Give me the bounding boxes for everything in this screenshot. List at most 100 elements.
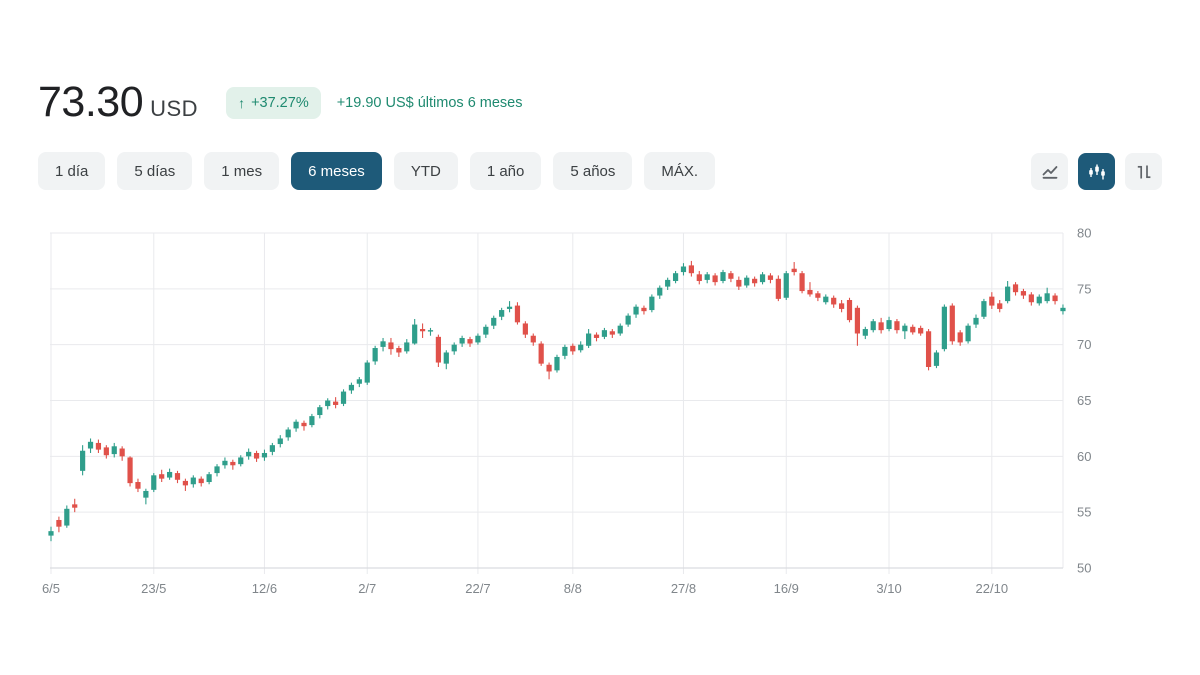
candle[interactable] [523, 321, 528, 338]
candle[interactable] [831, 296, 836, 308]
candle[interactable] [1005, 281, 1010, 303]
candlestick-chart[interactable]: 807570656055506/523/512/62/722/78/827/81… [0, 0, 1200, 675]
candle[interactable] [894, 319, 899, 334]
candle[interactable] [792, 262, 797, 275]
candle[interactable] [546, 363, 551, 380]
candle[interactable] [143, 489, 148, 505]
candle[interactable] [633, 304, 638, 317]
candle[interactable] [254, 451, 259, 462]
candle[interactable] [96, 440, 101, 453]
candle[interactable] [349, 383, 354, 394]
candle[interactable] [649, 294, 654, 312]
candle[interactable] [357, 377, 362, 387]
candle[interactable] [365, 360, 370, 385]
candle[interactable] [784, 271, 789, 300]
candle[interactable] [64, 505, 69, 527]
candle[interactable] [610, 329, 615, 338]
candle[interactable] [428, 328, 433, 336]
candle[interactable] [554, 355, 559, 373]
candle[interactable] [460, 336, 465, 347]
candle[interactable] [175, 471, 180, 483]
candle[interactable] [388, 338, 393, 355]
candle[interactable] [965, 323, 970, 343]
candle[interactable] [88, 438, 93, 453]
candle[interactable] [412, 319, 417, 345]
candle[interactable] [1052, 293, 1057, 304]
candle[interactable] [602, 328, 607, 339]
candle[interactable] [847, 298, 852, 323]
candle[interactable] [301, 421, 306, 431]
candle[interactable] [1013, 282, 1018, 295]
candle[interactable] [626, 313, 631, 326]
candle[interactable] [475, 334, 480, 345]
candle[interactable] [594, 332, 599, 341]
candle[interactable] [1060, 304, 1065, 314]
candle[interactable] [910, 325, 915, 335]
candle[interactable] [135, 479, 140, 492]
candle[interactable] [1021, 289, 1026, 299]
candle[interactable] [444, 350, 449, 369]
candle[interactable] [467, 337, 472, 347]
candle[interactable] [681, 263, 686, 275]
candle[interactable] [56, 517, 61, 533]
candle[interactable] [270, 443, 275, 455]
candle[interactable] [586, 329, 591, 348]
candle[interactable] [839, 300, 844, 312]
candle[interactable] [483, 325, 488, 338]
candle[interactable] [515, 302, 520, 324]
candle[interactable] [562, 345, 567, 360]
candle[interactable] [341, 389, 346, 406]
candle[interactable] [293, 419, 298, 431]
candle[interactable] [531, 334, 536, 346]
candle[interactable] [230, 460, 235, 470]
candle[interactable] [1045, 288, 1050, 304]
candle[interactable] [578, 341, 583, 352]
candle[interactable] [879, 318, 884, 334]
candle[interactable] [665, 278, 670, 290]
candle[interactable] [744, 275, 749, 287]
candle[interactable] [934, 350, 939, 368]
candle[interactable] [373, 346, 378, 365]
candle[interactable] [641, 306, 646, 315]
candle[interactable] [539, 341, 544, 366]
candle[interactable] [167, 469, 172, 480]
candle[interactable] [728, 271, 733, 282]
candle[interactable] [507, 301, 512, 312]
candle[interactable] [989, 292, 994, 309]
candle[interactable] [80, 445, 85, 475]
candle[interactable] [222, 457, 227, 468]
candle[interactable] [72, 499, 77, 512]
candle[interactable] [333, 397, 338, 408]
candle[interactable] [918, 326, 923, 336]
candle[interactable] [902, 323, 907, 339]
candle[interactable] [815, 291, 820, 301]
candle[interactable] [997, 300, 1002, 312]
candle[interactable] [570, 344, 575, 355]
candle[interactable] [950, 303, 955, 344]
candle[interactable] [380, 338, 385, 351]
candle[interactable] [657, 285, 662, 298]
candle[interactable] [720, 270, 725, 283]
candle[interactable] [127, 456, 132, 486]
candle[interactable] [776, 275, 781, 301]
candle[interactable] [673, 271, 678, 283]
candle[interactable] [768, 273, 773, 283]
candle[interactable] [689, 261, 694, 277]
candle[interactable] [159, 470, 164, 482]
candle[interactable] [420, 323, 425, 338]
candle[interactable] [958, 330, 963, 346]
candle[interactable] [499, 308, 504, 320]
candle[interactable] [752, 277, 757, 287]
candle[interactable] [807, 282, 812, 297]
candle[interactable] [112, 443, 117, 458]
candle[interactable] [1029, 292, 1034, 305]
candle[interactable] [309, 414, 314, 427]
candle[interactable] [191, 475, 196, 487]
candle[interactable] [886, 317, 891, 332]
candle[interactable] [491, 316, 496, 329]
candle[interactable] [48, 527, 53, 542]
candle[interactable] [736, 277, 741, 290]
candle[interactable] [262, 450, 267, 461]
candle[interactable] [120, 446, 125, 461]
candle[interactable] [238, 455, 243, 466]
